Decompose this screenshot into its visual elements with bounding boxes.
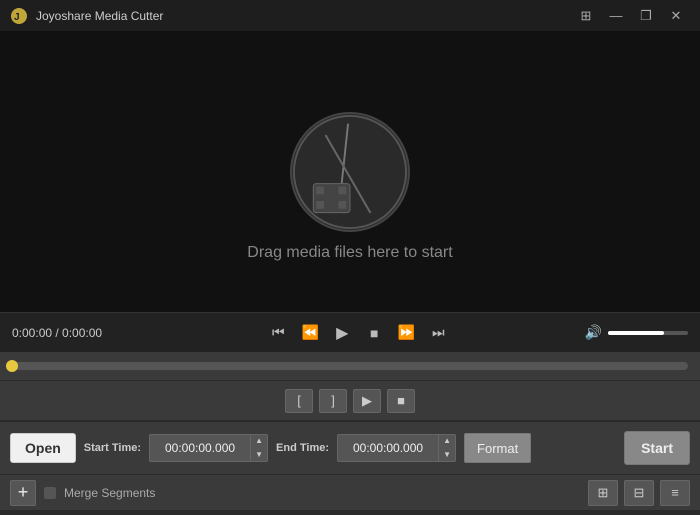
window-controls: ⊞ — ❐ ✕ [572, 4, 690, 28]
start-time-input[interactable] [150, 441, 250, 455]
drag-text: Drag media files here to start [247, 244, 452, 262]
end-time-spinner: ▲ ▼ [438, 434, 455, 462]
bottom-controls: Open Start Time: ▲ ▼ End Time: ▲ ▼ Forma… [0, 420, 700, 474]
timeline-track[interactable] [12, 362, 688, 370]
step-back-button[interactable]: ⏪ [296, 319, 324, 347]
footer-grid-button[interactable]: ⊞ [588, 480, 618, 506]
play-button[interactable]: ▶ [328, 319, 356, 347]
segment-stop-button[interactable]: ■ [387, 389, 415, 413]
skip-back-button[interactable]: ⏮ [264, 319, 292, 347]
volume-slider[interactable] [608, 331, 688, 335]
timeline-area[interactable] [0, 352, 700, 380]
start-time-label: Start Time: [84, 442, 141, 454]
open-button[interactable]: Open [10, 433, 76, 463]
end-time-input[interactable] [338, 441, 438, 455]
end-time-up[interactable]: ▲ [439, 434, 455, 448]
footer-bar: + Merge Segments ⊞ ⊟ ≡ [0, 474, 700, 510]
step-fwd-button[interactable]: ⏩ [392, 319, 420, 347]
start-time-spinner: ▲ ▼ [250, 434, 267, 462]
volume-fill [608, 331, 664, 335]
footer-export-button[interactable]: ⊟ [624, 480, 654, 506]
footer-list-button[interactable]: ≡ [660, 480, 690, 506]
close-button[interactable]: ✕ [662, 4, 690, 28]
merge-label: Merge Segments [64, 486, 155, 500]
format-button[interactable]: Format [464, 433, 531, 463]
time-display: 0:00:00 / 0:00:00 [12, 326, 132, 340]
segment-controls: [ ] ▶ ■ [0, 380, 700, 420]
volume-area: 🔊 [585, 324, 688, 341]
end-time-down[interactable]: ▼ [439, 448, 455, 462]
footer-right-buttons: ⊞ ⊟ ≡ [588, 480, 690, 506]
add-segment-button[interactable]: + [10, 480, 36, 506]
start-time-down[interactable]: ▼ [251, 448, 267, 462]
mark-start-button[interactable]: [ [285, 389, 313, 413]
stop-button[interactable]: ■ [360, 319, 388, 347]
window-control-grid[interactable]: ⊞ [572, 4, 600, 28]
merge-indicator [44, 487, 56, 499]
start-button[interactable]: Start [624, 431, 690, 465]
svg-text:J: J [14, 12, 20, 23]
mark-end-button[interactable]: ] [319, 389, 347, 413]
film-circle-icon [290, 112, 410, 232]
end-time-label: End Time: [276, 442, 329, 454]
app-logo: J [10, 7, 28, 25]
segment-play-button[interactable]: ▶ [353, 389, 381, 413]
maximize-button[interactable]: ❐ [632, 4, 660, 28]
app-title: Joyoshare Media Cutter [36, 9, 572, 23]
volume-icon: 🔊 [585, 324, 602, 341]
minimize-button[interactable]: — [602, 4, 630, 28]
controls-bar: 0:00:00 / 0:00:00 ⏮ ⏪ ▶ ■ ⏩ ⏭ 🔊 [0, 312, 700, 352]
timeline-thumb[interactable] [6, 360, 18, 372]
title-bar: J Joyoshare Media Cutter ⊞ — ❐ ✕ [0, 0, 700, 32]
video-area[interactable]: Drag media files here to start [0, 32, 700, 312]
film-graphic [292, 112, 408, 232]
skip-fwd-button[interactable]: ⏭ [424, 319, 452, 347]
start-time-up[interactable]: ▲ [251, 434, 267, 448]
start-time-input-wrap: ▲ ▼ [149, 434, 268, 462]
playback-controls: ⏮ ⏪ ▶ ■ ⏩ ⏭ [132, 319, 585, 347]
end-time-input-wrap: ▲ ▼ [337, 434, 456, 462]
